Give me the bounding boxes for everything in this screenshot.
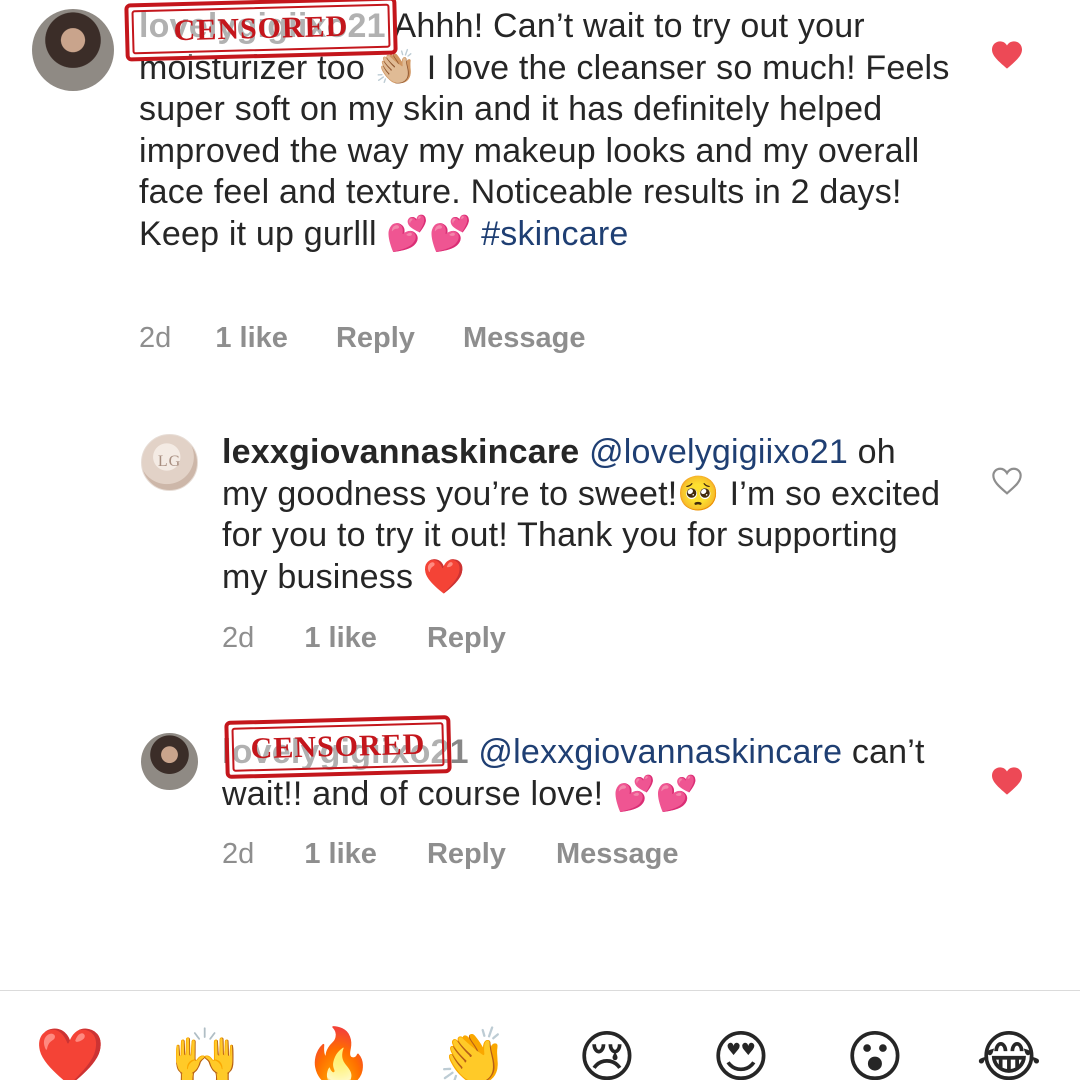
reaction-bar-divider	[0, 990, 1080, 991]
reaction-clapping-hands[interactable]: 👏	[438, 1028, 508, 1080]
pleading-face-emoji: 🥺	[677, 473, 720, 514]
reply-button[interactable]: Reply	[427, 622, 506, 655]
reaction-fire[interactable]: 🔥	[304, 1028, 374, 1080]
comment-time: 2d	[139, 322, 172, 354]
comment-actions: 2d 1 like Reply	[222, 622, 506, 655]
avatar[interactable]	[141, 733, 198, 790]
reaction-red-heart[interactable]: ❤️	[35, 1028, 105, 1080]
two-hearts-emoji: 💕💕	[386, 213, 472, 254]
brand-logo-mark: LG	[157, 453, 182, 470]
reaction-raising-hands[interactable]: 🙌	[170, 1028, 240, 1080]
reply-button[interactable]: Reply	[427, 838, 506, 871]
reaction-crying-face[interactable]: 😢	[572, 1028, 642, 1080]
heart-outline-icon[interactable]	[990, 466, 1024, 496]
mention-link[interactable]: @lovelygigiixo21	[589, 433, 848, 471]
heart-liked-icon[interactable]	[990, 766, 1024, 796]
avatar[interactable]: LG	[141, 434, 198, 491]
reaction-heart-eyes[interactable]: 😍	[706, 1028, 776, 1080]
comment-actions: 2d 1 like Reply Message	[222, 838, 679, 871]
censored-stamp: CENSORED	[224, 715, 452, 779]
message-button[interactable]: Message	[463, 322, 586, 355]
red-heart-emoji: ❤️	[422, 556, 466, 597]
reaction-laughing-face[interactable]: 😂	[974, 1028, 1044, 1080]
avatar[interactable]	[32, 9, 114, 91]
likes-count[interactable]: 1 like	[304, 838, 377, 871]
likes-count[interactable]: 1 like	[304, 622, 377, 655]
hashtag-link[interactable]: #skincare	[481, 215, 628, 253]
reply-button[interactable]: Reply	[336, 322, 415, 355]
comment-time: 2d	[222, 622, 255, 654]
likes-count[interactable]: 1 like	[215, 322, 288, 355]
message-button[interactable]: Message	[556, 838, 679, 871]
comment-actions: 2d 1 like Reply Message	[139, 322, 586, 355]
reaction-surprised-face[interactable]: 😮	[840, 1028, 910, 1080]
comment-time: 2d	[222, 838, 255, 870]
two-hearts-emoji: 💕💕	[612, 773, 699, 814]
comment-username[interactable]: lexxgiovannaskincare	[222, 433, 579, 471]
censored-stamp: CENSORED	[124, 0, 398, 62]
comment-text: lexxgiovannaskincare @lovelygigiixo21 oh…	[222, 432, 942, 598]
heart-liked-icon[interactable]	[990, 40, 1024, 70]
mention-link[interactable]: @lexxgiovannaskincare	[478, 733, 842, 771]
